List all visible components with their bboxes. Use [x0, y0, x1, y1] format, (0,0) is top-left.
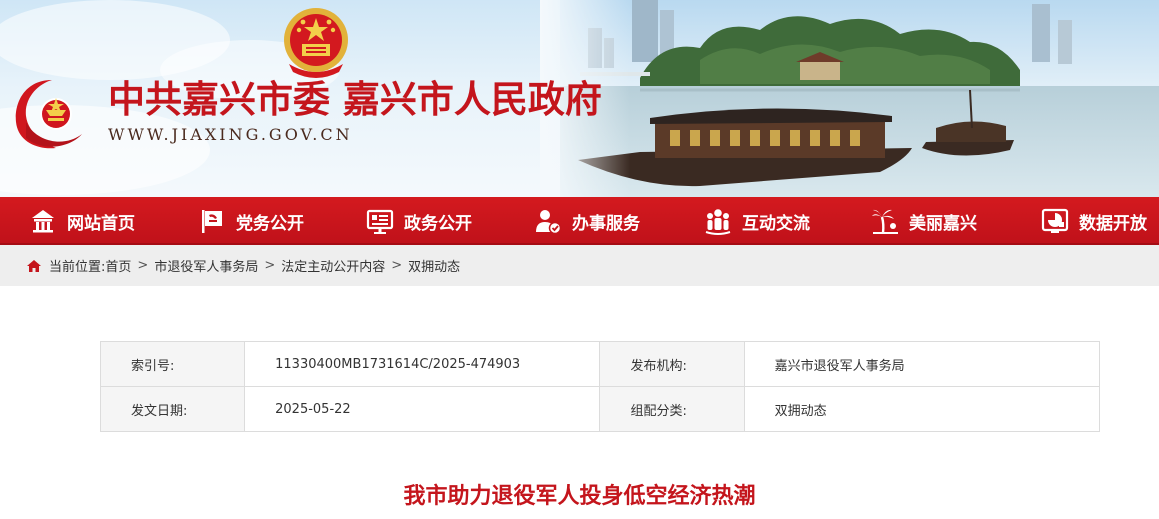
article-title: 我市助力退役军人投身低空经济热潮 [403, 484, 756, 509]
nav-item-beautiful-jiaxing[interactable]: 美丽嘉兴 [870, 197, 977, 245]
home-icon [32, 210, 54, 233]
site-url[interactable]: WWW.JIAXING.GOV.CN [108, 124, 353, 146]
people-group-icon [705, 209, 731, 235]
nav-item-services[interactable]: 办事服务 [533, 197, 640, 245]
breadcrumb-prefix: 当前位置: [49, 260, 106, 275]
breadcrumb-separator: > [137, 258, 149, 273]
notice-board-icon [366, 209, 394, 234]
category-value: 双拥动态 [743, 386, 1101, 432]
national-emblem-icon [284, 8, 348, 78]
home-icon [27, 259, 41, 272]
breadcrumb-item-veterans-bureau[interactable]: 市退役军人事务局 [154, 256, 258, 275]
breadcrumb-separator: > [264, 258, 276, 273]
palm-tree-icon [872, 209, 898, 234]
nav-item-interaction[interactable]: 互动交流 [703, 197, 810, 245]
nav-item-home[interactable]: 网站首页 [28, 197, 135, 245]
document-meta-table: 索引号: 11330400MB1731614C/2025-474903 发布机构… [99, 341, 1101, 432]
site-title[interactable]: 中共嘉兴市委 嘉兴市人民政府 [108, 76, 602, 122]
breadcrumb-item-current[interactable]: 双拥动态 [408, 256, 460, 275]
nav-item-government-affairs[interactable]: 政务公开 [365, 197, 472, 245]
index-value: 11330400MB1731614C/2025-474903 [244, 341, 601, 387]
index-label: 索引号: [99, 341, 246, 387]
category-label: 组配分类: [599, 386, 745, 432]
breadcrumb-separator: > [391, 258, 403, 273]
nav-item-label: 美丽嘉兴 [909, 213, 977, 234]
nav-item-label: 数据开放 [1079, 213, 1147, 234]
breadcrumb: 当前位置: 首页 > 市退役军人事务局 > 法定主动公开内容 > 双拥动态 [0, 245, 1159, 286]
breadcrumb-item-home[interactable]: 首页 [105, 256, 131, 275]
publisher-value: 嘉兴市退役军人事务局 [743, 341, 1101, 387]
site-banner: 中共嘉兴市委 嘉兴市人民政府 WWW.JIAXING.GOV.CN [0, 0, 1159, 197]
date-value: 2025-05-22 [244, 386, 601, 432]
nav-item-label: 党务公开 [236, 213, 304, 234]
breadcrumb-item-public-content[interactable]: 法定主动公开内容 [281, 256, 385, 275]
service-person-icon [536, 210, 562, 235]
date-label: 发文日期: [99, 386, 246, 432]
nav-item-label: 政务公开 [404, 213, 472, 234]
publisher-label: 发布机构: [599, 341, 745, 387]
party-logo-icon [15, 80, 82, 149]
nav-item-label: 办事服务 [572, 213, 640, 234]
table-row: 索引号: 11330400MB1731614C/2025-474903 发布机构… [99, 341, 1101, 387]
nav-item-open-data[interactable]: 数据开放 [1040, 197, 1147, 245]
main-nav: 网站首页 党务公开 政务公开 办事服务 互动交流 美丽嘉兴 数据开放 [0, 197, 1159, 245]
table-row: 发文日期: 2025-05-22 组配分类: 双拥动态 [99, 386, 1101, 432]
nav-item-party-affairs[interactable]: 党务公开 [197, 197, 304, 245]
nav-item-label: 互动交流 [742, 213, 810, 234]
data-chart-icon [1041, 208, 1069, 233]
party-flag-icon [202, 210, 222, 233]
nav-item-label: 网站首页 [67, 213, 135, 234]
